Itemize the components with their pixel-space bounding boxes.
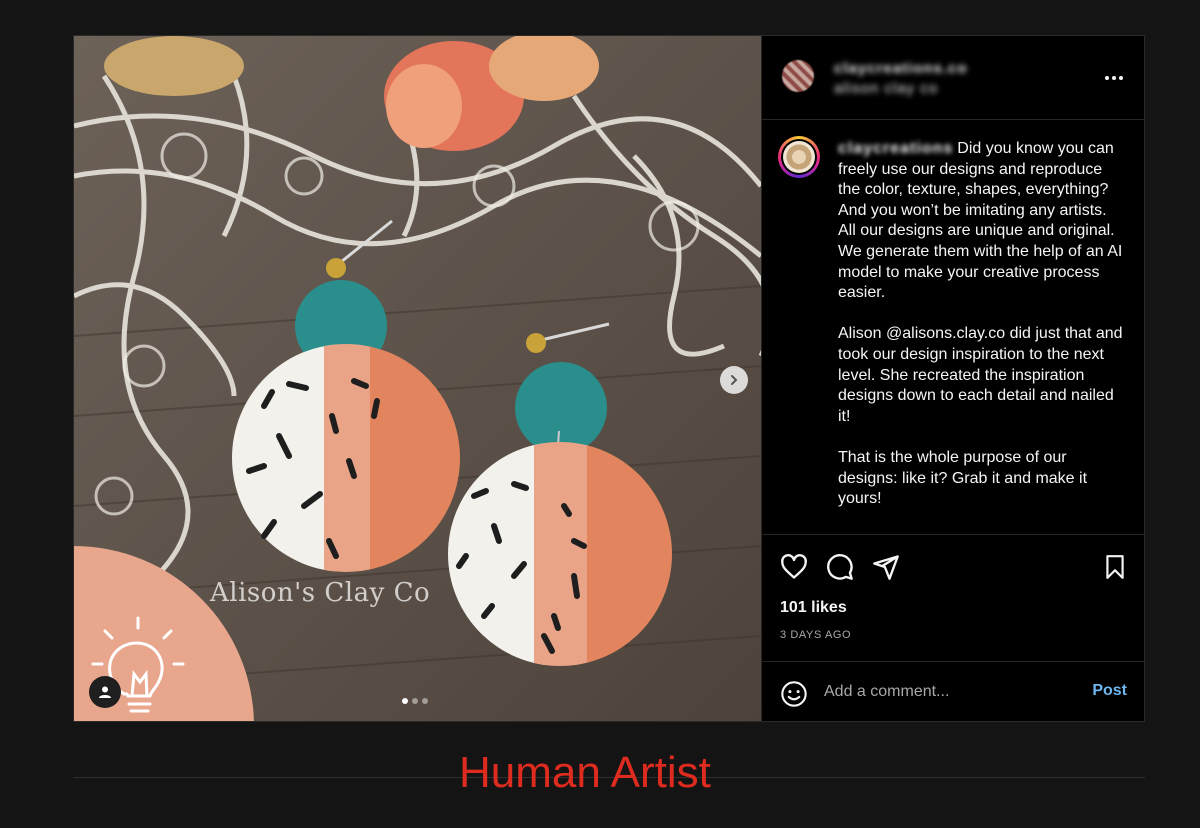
chevron-right-icon bbox=[731, 375, 738, 385]
share-icon[interactable] bbox=[872, 553, 900, 581]
comment-icon[interactable] bbox=[826, 553, 854, 581]
carousel-dot bbox=[402, 698, 408, 704]
author-subtitle: alison clay co bbox=[834, 80, 939, 97]
more-horizontal-icon bbox=[1105, 76, 1123, 80]
post-comment-button[interactable]: Post bbox=[1092, 682, 1127, 700]
caption-paragraph: That is the whole purpose of our designs… bbox=[838, 448, 1088, 508]
instagram-post: Alison's Clay Co claycreations.co alison… bbox=[73, 35, 1145, 722]
like-count[interactable]: 101 likes bbox=[780, 599, 847, 617]
caption-text: claycreations Did you know you can freely… bbox=[838, 139, 1123, 510]
page: Alison's Clay Co claycreations.co alison… bbox=[0, 0, 1200, 828]
author-username[interactable]: claycreations.co bbox=[834, 60, 968, 77]
carousel-dots bbox=[402, 698, 428, 704]
tagged-users-button[interactable] bbox=[89, 676, 121, 708]
more-options-button[interactable] bbox=[1104, 68, 1124, 82]
caption-label: Human Artist bbox=[459, 748, 711, 797]
caption-paragraph: Alison @alisons.clay.co did just that an… bbox=[838, 325, 1123, 425]
heart-icon[interactable] bbox=[780, 553, 808, 581]
caption-avatar[interactable] bbox=[778, 136, 820, 178]
carousel-dot bbox=[422, 698, 428, 704]
post-header: claycreations.co alison clay co bbox=[762, 36, 1144, 120]
post-sidebar: claycreations.co alison clay co claycrea… bbox=[761, 36, 1144, 721]
bookmark-icon[interactable] bbox=[1102, 553, 1128, 581]
emoji-icon[interactable] bbox=[780, 680, 808, 708]
author-avatar[interactable] bbox=[782, 60, 814, 92]
comment-input[interactable] bbox=[824, 680, 1064, 704]
post-time[interactable]: 3 DAYS AGO bbox=[780, 629, 851, 641]
next-slide-button[interactable] bbox=[720, 366, 748, 394]
caption-paragraph: Did you know you can freely use our desi… bbox=[838, 140, 1123, 302]
comment-bar: Post bbox=[762, 661, 1144, 721]
carousel-dot bbox=[412, 698, 418, 704]
caption-username[interactable]: claycreations bbox=[838, 140, 953, 157]
post-image[interactable]: Alison's Clay Co bbox=[74, 36, 761, 721]
action-bar: 101 likes 3 DAYS AGO bbox=[762, 536, 1144, 661]
user-icon bbox=[99, 686, 111, 698]
